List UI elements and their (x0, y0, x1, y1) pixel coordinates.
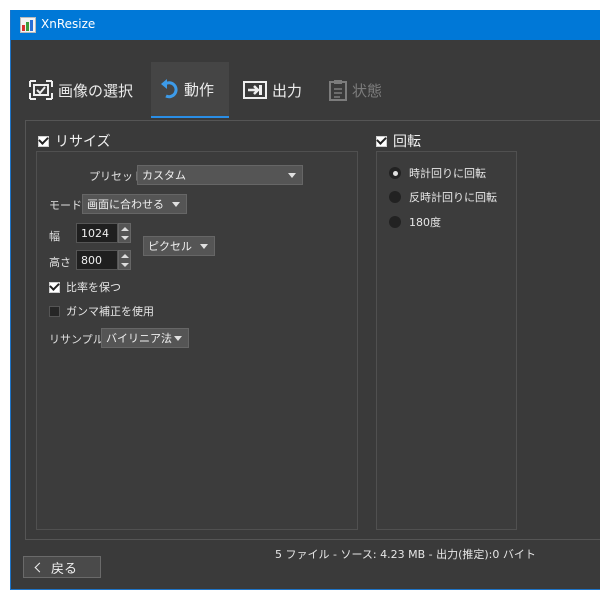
title-bar: XnResize (11, 10, 600, 40)
back-button[interactable]: 戻る (23, 556, 101, 578)
resize-title: リサイズ (55, 134, 111, 150)
preset-select[interactable]: カスタム (137, 165, 303, 185)
height-spinbox[interactable]: 800 (76, 250, 131, 270)
tab-label: 動作 (184, 80, 215, 99)
preset-label: プリセット (89, 170, 144, 183)
resample-select[interactable]: バイリニア法 (101, 328, 189, 348)
rotate-groupbox: 時計回りに回転 反時計回りに回転 180度 (376, 151, 517, 530)
keep-ratio-checkbox[interactable] (49, 281, 60, 293)
select-image-icon (29, 80, 53, 100)
option-label: 時計回りに回転 (409, 167, 486, 180)
width-stepper[interactable] (118, 223, 131, 243)
chevron-down-icon (174, 336, 182, 341)
output-icon (243, 81, 267, 99)
tab-label: 画像の選択 (58, 81, 134, 100)
gamma-label: ガンマ補正を使用 (66, 305, 154, 318)
resize-group-header[interactable]: リサイズ (38, 131, 111, 151)
arrow-up-icon[interactable] (120, 253, 129, 258)
height-label: 高さ (49, 256, 71, 269)
tab-label: 出力 (272, 81, 303, 100)
keep-ratio-option[interactable]: 比率を保つ (49, 279, 121, 295)
rotate-checkbox[interactable] (376, 135, 387, 147)
resize-checkbox[interactable] (38, 135, 49, 147)
radio-button[interactable] (389, 167, 401, 179)
unit-value: ピクセル (148, 240, 192, 253)
rotate-group-header[interactable]: 回転 (376, 131, 421, 151)
app-window: XnResize 画像の選択 動作 出力 状態 リサイズ プリセット カスタム … (10, 10, 600, 590)
tab-label: 状態 (352, 81, 383, 100)
tab-action[interactable]: 動作 (151, 62, 229, 118)
tab-status[interactable]: 状態 (329, 62, 382, 118)
arrow-down-icon[interactable] (120, 262, 129, 267)
rotate-arrow-icon (161, 79, 178, 99)
radio-button[interactable] (389, 191, 401, 203)
window-title: XnResize (41, 17, 96, 31)
unit-select[interactable]: ピクセル (143, 236, 215, 256)
rotate-option-ccw[interactable]: 反時計回りに回転 (389, 189, 497, 205)
clipboard-icon (329, 80, 347, 101)
chevron-left-icon (34, 562, 45, 572)
mode-select[interactable]: 画面に合わせる (82, 194, 187, 214)
resample-value: バイリニア法 (106, 332, 172, 345)
tab-select-images[interactable]: 画像の選択 (29, 62, 133, 118)
action-panel: リサイズ プリセット カスタム モード 画面に合わせる 幅 1024 ピクセル … (25, 120, 600, 540)
width-spinbox[interactable]: 1024 (76, 223, 131, 243)
tab-output[interactable]: 出力 (243, 62, 302, 118)
chevron-down-icon (288, 173, 296, 178)
status-text: 5 ファイル - ソース: 4.23 MB - 出力(推定):0 バイト (275, 548, 536, 561)
mode-label: モード (49, 199, 82, 212)
app-icon (20, 17, 36, 33)
chevron-down-icon (200, 244, 208, 249)
keep-ratio-label: 比率を保つ (66, 281, 121, 294)
height-stepper[interactable] (118, 250, 131, 270)
height-value[interactable]: 800 (76, 250, 118, 270)
radio-button[interactable] (389, 216, 401, 228)
rotate-title: 回転 (393, 134, 421, 150)
width-value[interactable]: 1024 (76, 223, 118, 243)
gamma-checkbox[interactable] (49, 305, 60, 317)
gamma-option[interactable]: ガンマ補正を使用 (49, 303, 154, 319)
rotate-option-cw[interactable]: 時計回りに回転 (389, 165, 486, 181)
option-label: 180度 (409, 216, 441, 229)
preset-value: カスタム (142, 169, 186, 182)
rotate-option-180[interactable]: 180度 (389, 214, 441, 230)
mode-value: 画面に合わせる (87, 198, 164, 211)
chevron-down-icon (172, 202, 180, 207)
tab-bar: 画像の選択 動作 出力 状態 (11, 40, 600, 120)
option-label: 反時計回りに回転 (409, 191, 497, 204)
width-label: 幅 (49, 230, 60, 243)
arrow-down-icon[interactable] (120, 235, 129, 240)
resample-label: リサンプル (49, 333, 104, 346)
resize-groupbox: プリセット カスタム モード 画面に合わせる 幅 1024 ピクセル 高さ 80… (36, 151, 358, 530)
back-button-label: 戻る (51, 561, 78, 577)
arrow-up-icon[interactable] (120, 226, 129, 231)
